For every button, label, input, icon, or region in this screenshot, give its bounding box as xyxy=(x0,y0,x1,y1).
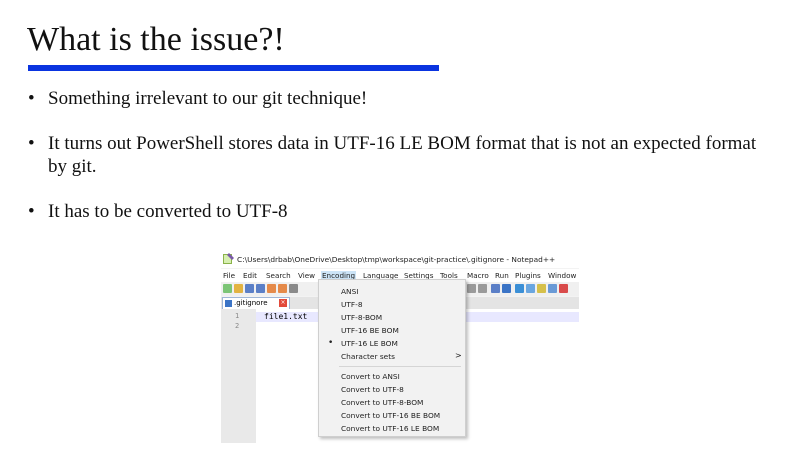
code-text: file1.txt xyxy=(264,312,308,321)
convert-to-utf16-be-bom[interactable]: Convert to UTF-16 BE BOM xyxy=(341,411,440,420)
new-file-icon[interactable] xyxy=(223,284,232,293)
character-sets-submenu[interactable]: Character sets xyxy=(341,352,395,361)
close-all-icon[interactable] xyxy=(278,284,287,293)
toolbar-icon[interactable] xyxy=(478,284,487,293)
encoding-ansi[interactable]: ANSI xyxy=(341,287,358,296)
bullet-item: Something irrelevant to our git techniqu… xyxy=(28,87,768,110)
window-titlebar: C:\Users\drbab\OneDrive\Desktop\tmp\work… xyxy=(221,251,579,268)
menu-view[interactable]: View xyxy=(298,271,315,280)
bullet-item: It turns out PowerShell stores data in U… xyxy=(28,132,768,178)
submenu-arrow-icon: > xyxy=(455,351,462,360)
menu-window[interactable]: Window xyxy=(548,271,576,280)
bullet-item: It has to be converted to UTF-8 xyxy=(28,200,768,223)
selected-bullet-icon: • xyxy=(328,338,334,348)
menu-search[interactable]: Search xyxy=(266,271,291,280)
line-number-gutter: 1 2 xyxy=(221,309,256,443)
slide-title: What is the issue?! xyxy=(27,21,285,58)
title-underline xyxy=(28,65,439,71)
tab-label: .gitignore xyxy=(234,299,268,307)
close-icon[interactable]: × xyxy=(279,299,287,307)
file-saved-icon xyxy=(225,300,232,307)
toolbar-icon[interactable] xyxy=(467,284,476,293)
encoding-utf8[interactable]: UTF-8 xyxy=(341,300,363,309)
convert-to-ansi[interactable]: Convert to ANSI xyxy=(341,372,400,381)
bullet-list: Something irrelevant to our git techniqu… xyxy=(28,87,768,223)
convert-to-utf16-le-bom[interactable]: Convert to UTF-16 LE BOM xyxy=(341,424,439,433)
convert-to-utf8-bom[interactable]: Convert to UTF-8-BOM xyxy=(341,398,423,407)
menu-separator xyxy=(339,366,461,367)
save-icon[interactable] xyxy=(245,284,254,293)
close-file-icon[interactable] xyxy=(267,284,276,293)
encoding-utf8-bom[interactable]: UTF-8-BOM xyxy=(341,313,382,322)
line-number: 2 xyxy=(235,322,240,330)
print-icon[interactable] xyxy=(289,284,298,293)
notepad-app-icon xyxy=(223,253,234,264)
save-all-icon[interactable] xyxy=(256,284,265,293)
convert-to-utf8[interactable]: Convert to UTF-8 xyxy=(341,385,404,394)
toolbar-icon[interactable] xyxy=(526,284,535,293)
word-wrap-icon[interactable] xyxy=(491,284,500,293)
line-number: 1 xyxy=(235,312,240,320)
record-macro-icon[interactable] xyxy=(559,284,568,293)
menu-run[interactable]: Run xyxy=(495,271,509,280)
indent-guide-icon[interactable] xyxy=(515,284,524,293)
encoding-dropdown-menu: ANSI UTF-8 UTF-8-BOM UTF-16 BE BOM • UTF… xyxy=(318,279,466,437)
open-file-icon[interactable] xyxy=(234,284,243,293)
toolbar-icon[interactable] xyxy=(537,284,546,293)
menu-edit[interactable]: Edit xyxy=(243,271,257,280)
tab-gitignore[interactable]: .gitignore × xyxy=(222,297,290,309)
toolbar-icon[interactable] xyxy=(548,284,557,293)
menu-plugins[interactable]: Plugins xyxy=(515,271,541,280)
menu-file[interactable]: File xyxy=(223,271,235,280)
show-all-chars-icon[interactable] xyxy=(502,284,511,293)
menu-macro[interactable]: Macro xyxy=(467,271,489,280)
encoding-utf16-be-bom[interactable]: UTF-16 BE BOM xyxy=(341,326,399,335)
encoding-utf16-le-bom[interactable]: UTF-16 LE BOM xyxy=(341,339,398,348)
window-title: C:\Users\drbab\OneDrive\Desktop\tmp\work… xyxy=(237,255,556,264)
